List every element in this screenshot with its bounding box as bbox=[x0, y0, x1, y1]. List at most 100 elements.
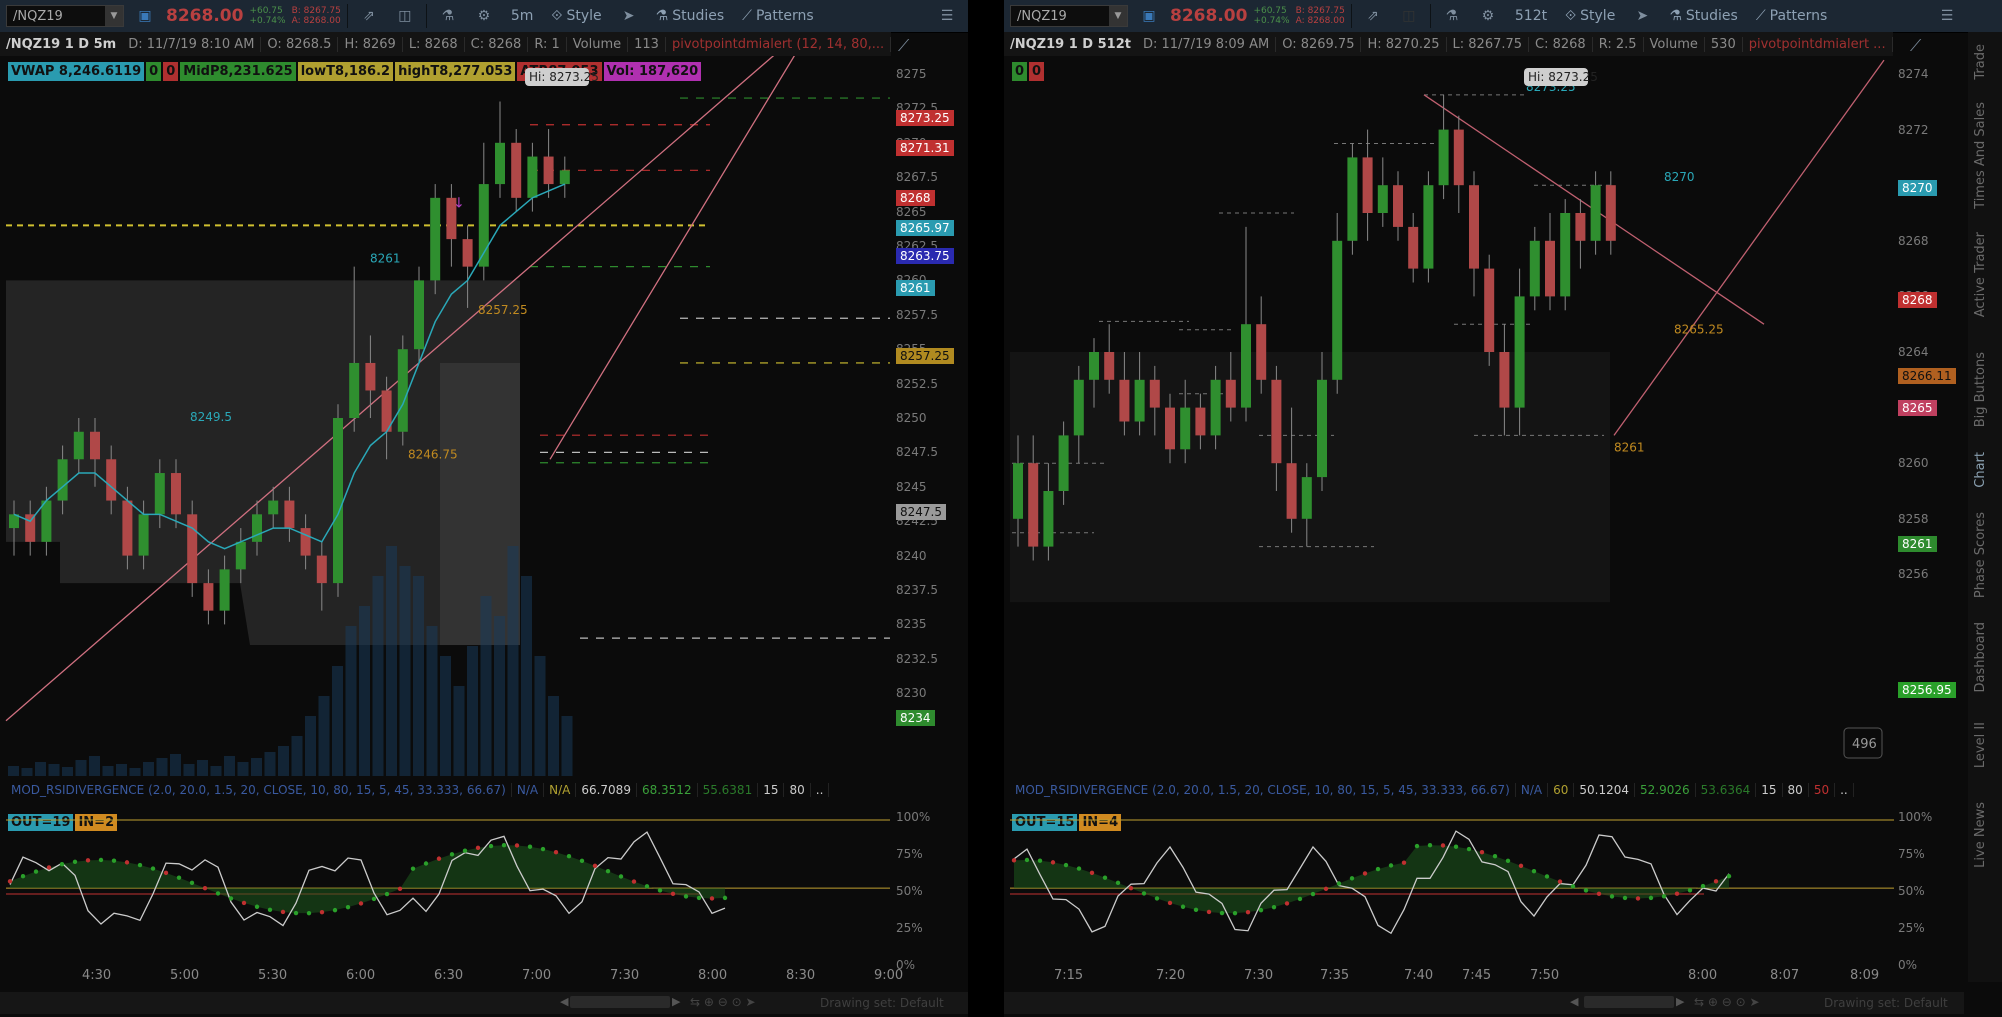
candle-body bbox=[73, 431, 84, 460]
price-tick-label: 8237.5 bbox=[896, 583, 938, 597]
scroll-right-icon[interactable]: ▶ bbox=[1676, 995, 1684, 1008]
volume-bar bbox=[116, 764, 127, 776]
gear-icon[interactable]: ⚙ bbox=[1473, 8, 1503, 24]
flask-icon[interactable]: ⚗ bbox=[1437, 8, 1467, 24]
share-icon[interactable]: ⇗ bbox=[1358, 8, 1388, 24]
menu-icon[interactable]: ☰ bbox=[932, 8, 962, 24]
time-label: 8:07 bbox=[1770, 968, 1800, 983]
link-icon[interactable]: ▣ bbox=[130, 8, 160, 24]
timeframe-button[interactable]: 5m bbox=[505, 8, 540, 24]
chevron-down-icon[interactable]: ▼ bbox=[105, 6, 123, 26]
zoom-icons[interactable]: ⇆ ⊕ ⊖ ⊙ ➤ bbox=[1694, 995, 1760, 1009]
info-volume-label: Volume bbox=[1644, 36, 1705, 52]
price-chart[interactable]: 8273.2582708265.258261Hi: 8273.25496 bbox=[1004, 56, 1894, 776]
bid-ask: B: 8267.75 A: 8268.00 bbox=[291, 6, 341, 26]
candle-body bbox=[284, 500, 295, 529]
time-label: 7:30 bbox=[610, 968, 640, 983]
osc-dot bbox=[1310, 891, 1316, 897]
osc-dot bbox=[488, 843, 494, 849]
patterns-button[interactable]: ⟋ Patterns bbox=[736, 8, 819, 24]
style-button[interactable]: ⟐ Style bbox=[1559, 8, 1621, 24]
chart-scrollbar[interactable]: ◀ ▶ ⇆ ⊕ ⊖ ⊙ ➤ Drawing set: Default bbox=[1004, 992, 1964, 1014]
price-tag: 8268 bbox=[896, 190, 935, 206]
osc-dot bbox=[631, 879, 637, 884]
last-price: 8268.00 bbox=[1170, 6, 1248, 26]
net-change: +60.75 +0.74% bbox=[1253, 6, 1290, 26]
studies-button[interactable]: ⚗ Studies bbox=[1663, 8, 1744, 24]
zoom-icons[interactable]: ⇆ ⊕ ⊖ ⊙ ➤ bbox=[690, 995, 756, 1009]
price-axis[interactable]: 8274827282708268826682648262826082588256… bbox=[1894, 56, 1964, 776]
time-axis[interactable]: 7:15 7:20 7:30 7:35 7:40 7:45 7:50 8:00 8:07 8:09 bbox=[1004, 968, 1894, 988]
volume-bar bbox=[332, 666, 343, 776]
price-tick-label: 8250 bbox=[896, 411, 927, 425]
share-icon[interactable]: ⇗ bbox=[354, 8, 384, 24]
osc-dot bbox=[1232, 910, 1238, 916]
studies-button[interactable]: ⚗ Studies bbox=[650, 8, 731, 24]
scroll-left-icon[interactable]: ◀ bbox=[1570, 995, 1578, 1008]
volume-bar bbox=[8, 766, 19, 776]
price-annotation: 8257.25 bbox=[478, 303, 528, 317]
osc-axis-label: 25% bbox=[896, 921, 923, 935]
study-alert: pivotpointdmialert (12, 14, 80,... bbox=[666, 36, 892, 52]
drawing-icon[interactable]: ⟋ bbox=[1910, 36, 1921, 56]
osc-dot bbox=[1180, 904, 1186, 909]
drawing-set-label[interactable]: Drawing set: Default bbox=[820, 996, 944, 1010]
price-annotation: 8249.5 bbox=[190, 410, 232, 424]
osc-dot bbox=[410, 866, 416, 871]
osc-dot bbox=[540, 846, 546, 852]
price-chart[interactable]: 8261 8249.5 8257.25 8246.75 Hi: 8273.25 ↓ bbox=[0, 56, 890, 776]
info-volume: 530 bbox=[1705, 36, 1743, 52]
symbol-value: /NQZ19 bbox=[1017, 8, 1067, 24]
cursor-icon[interactable]: ➤ bbox=[1627, 8, 1657, 24]
menu-icon[interactable]: ☰ bbox=[1932, 8, 1962, 24]
sidebar-tab-big-buttons[interactable]: Big Buttons bbox=[1973, 352, 1988, 427]
candle-body bbox=[1028, 463, 1039, 547]
sidebar-tab-phase-scores[interactable]: Phase Scores bbox=[1973, 512, 1988, 598]
oscillator-chart[interactable] bbox=[1004, 800, 1894, 968]
oscillator-chart[interactable] bbox=[0, 800, 890, 968]
drawing-icon[interactable]: ⟋ bbox=[898, 36, 909, 56]
chevron-down-icon[interactable]: ▼ bbox=[1109, 6, 1127, 26]
link-icon[interactable]: ▣ bbox=[1134, 8, 1164, 24]
sidebar-tab-live-news[interactable]: Live News bbox=[1973, 802, 1988, 868]
sidebar-tab-trade[interactable]: Trade bbox=[1973, 44, 1988, 80]
chart-scrollbar[interactable]: ◀ ▶ ⇆ ⊕ ⊖ ⊙ ➤ Drawing set: Default bbox=[0, 992, 968, 1014]
cursor-icon[interactable]: ➤ bbox=[614, 8, 644, 24]
symbol-selector[interactable]: /NQZ19 ▼ bbox=[6, 5, 124, 27]
candle-body bbox=[527, 156, 538, 198]
patterns-button[interactable]: ⟋ Patterns bbox=[1750, 8, 1833, 24]
sidebar-tab-times-and-sales[interactable]: Times And Sales bbox=[1973, 102, 1988, 209]
scroll-thumb[interactable] bbox=[570, 996, 670, 1008]
timeframe-button[interactable]: 512t bbox=[1509, 8, 1553, 24]
scroll-left-icon[interactable]: ◀ bbox=[560, 995, 568, 1008]
volume-bar bbox=[129, 768, 141, 776]
osc-dot bbox=[1063, 862, 1069, 868]
volume-bar bbox=[480, 596, 492, 776]
volume-bar bbox=[548, 696, 559, 776]
snapshot-icon[interactable]: ◫ bbox=[1394, 8, 1424, 24]
osc-dot bbox=[319, 909, 325, 915]
study-alert: pivotpointdmialert ... bbox=[1743, 36, 1893, 52]
style-button[interactable]: ⟐ Style bbox=[545, 8, 607, 24]
sidebar-tab-chart[interactable]: Chart bbox=[1973, 452, 1988, 488]
osc-dot bbox=[1557, 879, 1563, 884]
info-date: D: 11/7/19 8:09 AM bbox=[1137, 36, 1277, 52]
sidebar-tab-level-ii[interactable]: Level II bbox=[1973, 722, 1988, 768]
style-icon: ⟐ bbox=[1565, 8, 1577, 24]
scroll-right-icon[interactable]: ▶ bbox=[672, 995, 680, 1008]
gear-icon[interactable]: ⚙ bbox=[469, 8, 499, 24]
snapshot-icon[interactable]: ◫ bbox=[390, 8, 420, 24]
scroll-thumb[interactable] bbox=[1584, 996, 1674, 1008]
time-axis[interactable]: 4:30 5:00 5:30 6:00 6:30 7:00 7:30 8:00 8:30 9:00 bbox=[0, 968, 903, 988]
sidebar-tab-dashboard[interactable]: Dashboard bbox=[1973, 622, 1988, 693]
candle-body bbox=[1317, 379, 1327, 478]
sidebar-tab-active-trader[interactable]: Active Trader bbox=[1973, 232, 1988, 317]
price-tick-label: 8247.5 bbox=[896, 445, 938, 460]
volume-bar bbox=[399, 566, 411, 776]
osc-dot bbox=[202, 885, 208, 891]
candle-body bbox=[1241, 324, 1251, 408]
drawing-set-label[interactable]: Drawing set: Default bbox=[1824, 996, 1948, 1010]
symbol-selector[interactable]: /NQZ19 ▼ bbox=[1010, 5, 1128, 27]
price-axis[interactable]: 82758272.582708267.582658262.582608257.5… bbox=[892, 56, 962, 776]
flask-icon[interactable]: ⚗ bbox=[433, 8, 463, 24]
